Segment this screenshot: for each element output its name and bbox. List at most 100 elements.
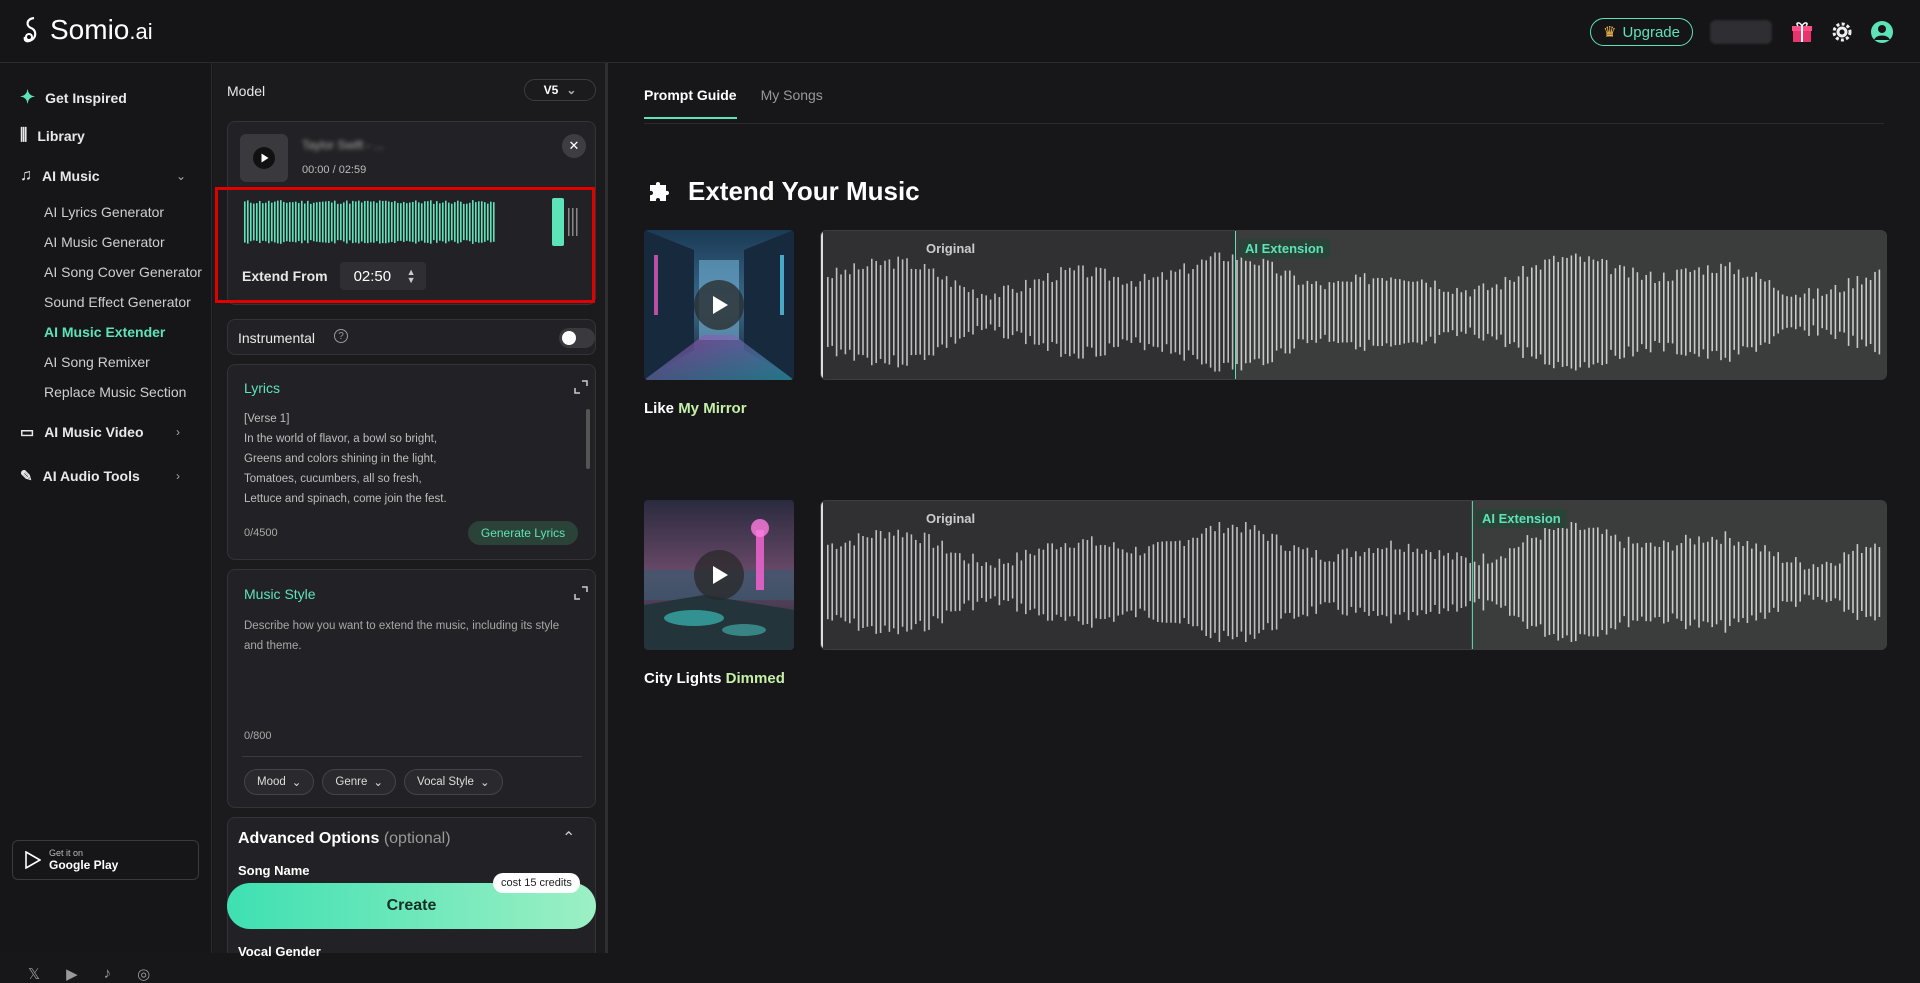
waveform-bar	[831, 543, 833, 621]
waveform-bar	[901, 259, 904, 365]
model-select[interactable]: V5 ⌄	[524, 79, 596, 101]
waveform-bar	[1223, 261, 1225, 363]
sidebar-sub-ai-song-cover-generator[interactable]: AI Song Cover Generator	[44, 264, 202, 280]
example-waveform[interactable]: Original AI Extension	[820, 230, 1887, 380]
gear-icon[interactable]	[1830, 20, 1854, 44]
waveform-bar	[1812, 298, 1815, 326]
upgrade-button[interactable]: ♛ Upgrade	[1590, 18, 1693, 46]
example-cover-image[interactable]	[644, 500, 794, 650]
waveform-bar	[1777, 290, 1779, 334]
waveform-bar	[963, 287, 965, 337]
waveform-bar	[1720, 263, 1722, 361]
help-icon[interactable]: ?	[334, 329, 348, 343]
waveform-bar	[1284, 270, 1287, 354]
waveform-bar	[1069, 547, 1071, 617]
user-credits[interactable]	[1710, 20, 1772, 44]
waveform-bar	[959, 285, 961, 339]
instagram-icon[interactable]: ◎	[137, 965, 150, 983]
waveform-bar	[1253, 264, 1256, 360]
close-icon[interactable]: ✕	[562, 134, 586, 158]
tab-my-songs[interactable]: My Songs	[761, 87, 823, 119]
waveform-bar	[1412, 281, 1414, 343]
waveform-bar	[950, 286, 952, 338]
expand-icon[interactable]	[574, 586, 588, 600]
example-play-button[interactable]	[694, 280, 744, 330]
waveform-bar	[1491, 562, 1493, 602]
ai-extension-region	[1234, 231, 1886, 379]
advanced-optional-text: (optional)	[383, 830, 451, 847]
waveform-bar	[1262, 258, 1265, 366]
play-store-icon	[25, 851, 41, 869]
sidebar-sub-ai-music-generator[interactable]: AI Music Generator	[44, 234, 165, 250]
waveform-bar	[1055, 280, 1058, 344]
gift-icon[interactable]	[1790, 20, 1814, 44]
example-cover-image[interactable]	[644, 230, 794, 380]
waveform-bar	[1711, 272, 1713, 352]
waveform-bar	[1311, 283, 1313, 341]
example-play-button[interactable]	[694, 550, 744, 600]
vocal-style-chip[interactable]: Vocal Style ⌄	[404, 769, 503, 795]
waveform-bar	[1561, 257, 1564, 367]
sidebar-item-get-inspired[interactable]: ✦ Get Inspired	[20, 87, 127, 108]
instrumental-toggle[interactable]	[559, 328, 595, 348]
chevron-up-icon[interactable]: ⌃	[562, 828, 575, 848]
song-play-button[interactable]	[240, 134, 288, 182]
mood-chip[interactable]: Mood ⌄	[244, 769, 315, 795]
waveform-bar	[1460, 292, 1463, 332]
waveform-bar	[1671, 280, 1674, 344]
tiktok-icon[interactable]: ♪	[104, 965, 112, 983]
sidebar-sub-replace-music-section[interactable]: Replace Music Section	[44, 384, 186, 400]
waveform-bar	[994, 293, 996, 331]
sidebar-item-ai-music[interactable]: ♫ AI Music	[20, 167, 100, 185]
chevron-right-icon[interactable]: ›	[176, 469, 180, 483]
sidebar-item-ai-audio-tools[interactable]: ✎ AI Audio Tools	[20, 467, 140, 485]
waveform-bar	[840, 546, 842, 618]
waveform-bar	[1315, 281, 1317, 343]
google-play-button[interactable]: Get it on Google Play	[12, 840, 199, 880]
waveform-bar	[1187, 273, 1190, 351]
chevron-right-icon[interactable]: ›	[176, 425, 180, 439]
sidebar-sub-sound-effect-generator[interactable]: Sound Effect Generator	[44, 294, 191, 310]
logo[interactable]: Somio.ai	[20, 14, 153, 46]
waveform-bar	[937, 545, 939, 619]
waveform-bar	[976, 562, 979, 602]
waveform-bar	[1469, 296, 1471, 328]
sidebar-item-label: AI Music	[42, 168, 100, 184]
waveform-bar	[1038, 548, 1040, 616]
waveform-bar	[1363, 552, 1366, 612]
example-waveform[interactable]: Original AI Extension	[820, 500, 1887, 650]
sidebar-item-ai-music-video[interactable]: ▭ AI Music Video	[20, 423, 144, 441]
waveform-bar	[1113, 542, 1115, 622]
waveform-bar	[954, 552, 957, 612]
sidebar-item-library[interactable]: ⫼ Library	[20, 127, 85, 145]
waveform-bar	[1561, 525, 1564, 639]
waveform-bar	[1746, 541, 1749, 623]
avatar-icon[interactable]	[1870, 20, 1894, 44]
music-style-textarea[interactable]: Describe how you want to extend the musi…	[244, 616, 564, 656]
genre-chip[interactable]: Genre ⌄	[322, 769, 397, 795]
waveform-bar	[1878, 269, 1881, 355]
lyrics-textarea[interactable]: [Verse 1] In the world of flavor, a bowl…	[244, 409, 554, 509]
advanced-options-title[interactable]: Advanced Options (optional)	[238, 830, 451, 848]
expand-icon[interactable]	[574, 380, 588, 394]
waveform-bar	[1671, 550, 1674, 614]
waveform-bar	[972, 289, 974, 335]
generate-lyrics-button[interactable]: Generate Lyrics	[468, 521, 578, 545]
x-icon[interactable]: 𝕏	[28, 965, 40, 983]
lyrics-scrollbar[interactable]	[586, 409, 590, 469]
waveform-bar	[893, 268, 895, 356]
waveform-bar	[866, 266, 869, 358]
waveform-bar	[1790, 562, 1793, 602]
waveform-bar	[937, 276, 939, 348]
waveform-bar	[835, 267, 838, 357]
chevron-down-icon[interactable]: ⌄	[176, 169, 186, 183]
tab-prompt-guide[interactable]: Prompt Guide	[644, 87, 737, 119]
youtube-icon[interactable]: ▶	[66, 965, 78, 983]
waveform-bar	[1029, 553, 1031, 611]
waveform-bar	[835, 548, 838, 616]
waveform-bar	[1482, 283, 1485, 341]
waveform-bar	[1623, 266, 1625, 358]
sidebar-sub-ai-song-remixer[interactable]: AI Song Remixer	[44, 354, 150, 370]
sidebar-sub-ai-lyrics-generator[interactable]: AI Lyrics Generator	[44, 204, 164, 220]
sidebar-sub-ai-music-extender[interactable]: AI Music Extender	[44, 324, 165, 340]
